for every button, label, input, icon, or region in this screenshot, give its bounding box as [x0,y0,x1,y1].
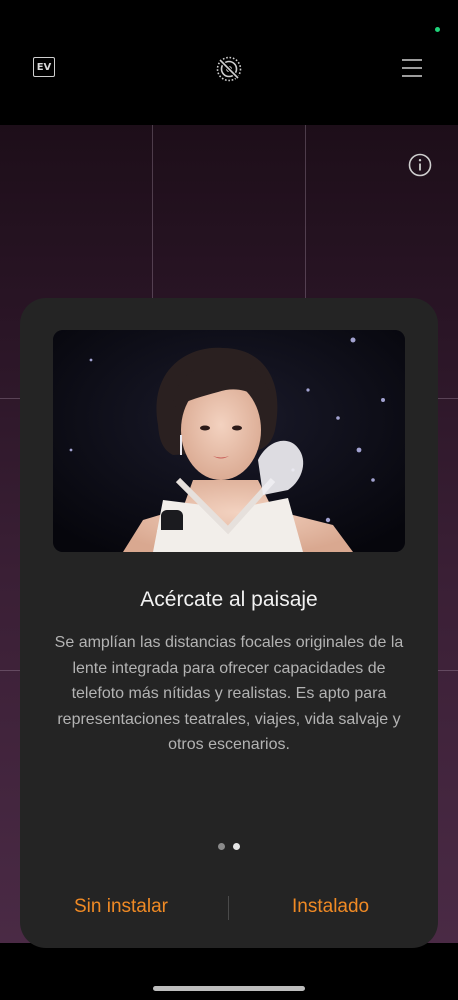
sin-instalar-button[interactable]: Sin instalar [74,896,168,918]
camera-active-indicator [435,27,440,32]
live-photo-off-icon [216,56,242,82]
ev-label: EV [36,61,52,73]
bottom-bar [0,943,458,1000]
hamburger-menu-icon [402,59,422,77]
button-divider [228,896,229,920]
preview-image [53,330,405,552]
feature-dialog: Acércate al paisaje Se amplían las dista… [20,298,438,948]
page-dot-active[interactable] [233,843,240,850]
dialog-title: Acércate al paisaje [140,588,318,611]
dialog-description: Se amplían las distancias focales origin… [54,634,404,753]
menu-button[interactable] [400,57,424,79]
ev-button[interactable]: EV [33,57,55,77]
home-indicator[interactable] [153,986,305,991]
info-button[interactable] [408,153,432,177]
page-dot[interactable] [218,843,225,850]
live-photo-off-button[interactable] [215,55,243,83]
preview-image-graphic [53,330,405,552]
top-toolbar: EV [0,0,458,125]
page-indicator [20,843,438,850]
instalado-button[interactable]: Instalado [292,896,369,918]
info-icon [408,153,432,177]
